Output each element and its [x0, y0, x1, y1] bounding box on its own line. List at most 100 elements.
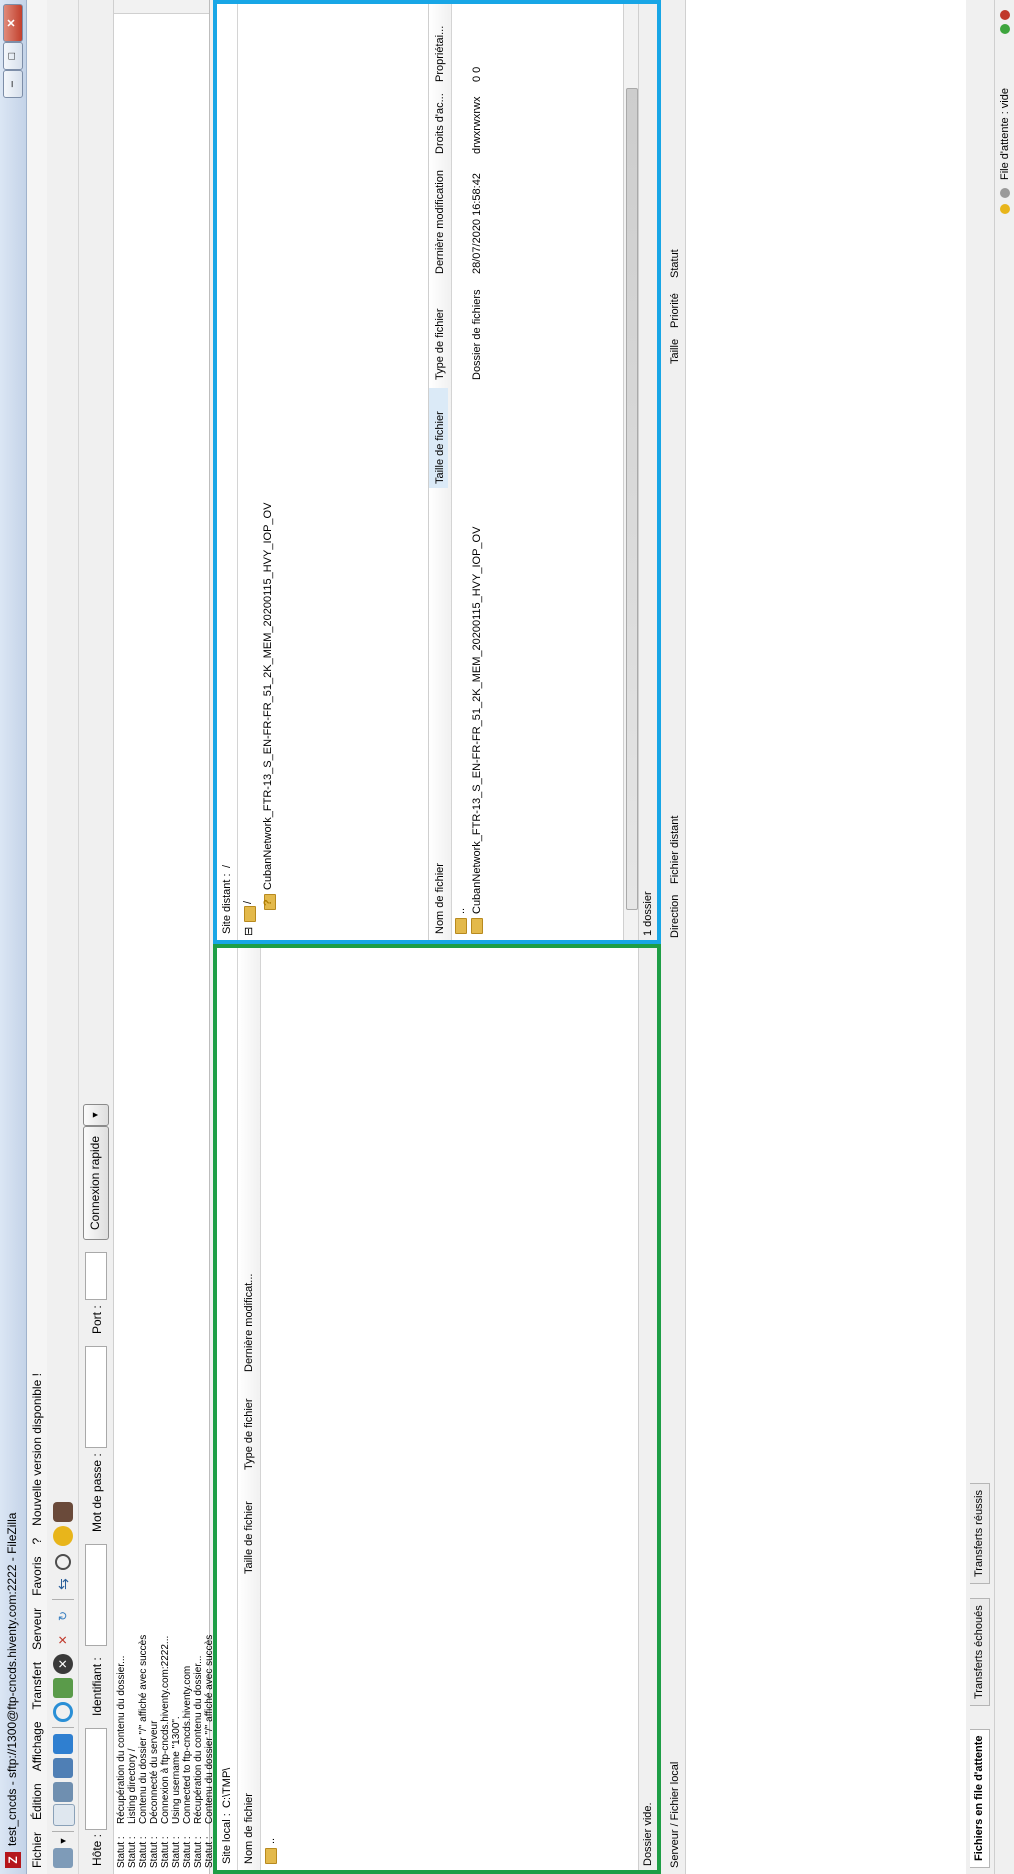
- local-col-type[interactable]: Type de fichier: [243, 1398, 255, 1470]
- remote-col-modified[interactable]: Dernière modification: [434, 170, 446, 274]
- queue-col-status[interactable]: Statut: [669, 249, 681, 278]
- menu-favoris[interactable]: Favoris: [27, 1551, 44, 1602]
- transfer-indicator-green-icon: [1000, 24, 1010, 34]
- maximize-button[interactable]: □: [3, 42, 23, 70]
- tab-queued-files[interactable]: Fichiers en file d'attente: [970, 1728, 990, 1868]
- toolbar-separator: [52, 1727, 74, 1728]
- local-status: Dossier vide.: [638, 948, 657, 1870]
- disconnect-icon[interactable]: ✕: [53, 1630, 73, 1650]
- queue-col-direction[interactable]: Direction: [669, 895, 681, 938]
- filter-search-icon[interactable]: [55, 1554, 71, 1570]
- host-input[interactable]: [85, 1728, 107, 1830]
- question-mark-icon: ?: [262, 899, 274, 906]
- log-line: Statut :Contenu du dossier "/" affiché a…: [138, 1634, 149, 1868]
- log-line: Statut :Connected to ftp-cncds.hiventy.c…: [182, 1665, 193, 1868]
- close-button[interactable]: ✕: [3, 4, 23, 42]
- log-line: Statut :Récupération du contenu du dossi…: [116, 1655, 127, 1868]
- title-bar: Z test_cncds - sftp://1300@ftp-cncds.hiv…: [0, 0, 27, 1874]
- menu-edition[interactable]: Édition: [27, 1777, 44, 1826]
- remote-col-size[interactable]: Taille de fichier: [429, 388, 448, 488]
- remote-col-type[interactable]: Type de fichier: [434, 308, 446, 380]
- sync-browsing-icon[interactable]: [53, 1526, 73, 1546]
- user-label: Identifiant :: [90, 1657, 104, 1716]
- log-line: Statut :Déconnecté du serveur: [149, 1720, 160, 1868]
- port-input[interactable]: [85, 1252, 107, 1300]
- tree-node-folder[interactable]: CubanNetwork_FTR-13_S_EN-FR-FR_51_2K_MEM…: [262, 503, 274, 890]
- quickconnect-dropdown[interactable]: ▼: [83, 1104, 109, 1126]
- cancel-operation-icon[interactable]: ✕: [53, 1654, 73, 1674]
- local-col-name[interactable]: Nom de fichier: [243, 1793, 255, 1864]
- password-label: Mot de passe :: [90, 1453, 104, 1532]
- file-name: ..: [455, 907, 467, 914]
- file-permissions: drwxrwxrwx: [471, 96, 483, 154]
- menu-fichier[interactable]: Fichier: [27, 1826, 44, 1874]
- queue-col-priority[interactable]: Priorité: [669, 293, 681, 328]
- toggle-local-tree-icon[interactable]: [53, 1782, 73, 1802]
- menu-help[interactable]: ?: [27, 1532, 44, 1551]
- local-file-row[interactable]: ..: [263, 948, 279, 1870]
- queue-col-remote[interactable]: Fichier distant: [669, 816, 681, 884]
- site-manager-dropdown-icon[interactable]: ▼: [53, 1836, 73, 1846]
- menu-affichage[interactable]: Affichage: [27, 1715, 44, 1777]
- directory-comparison-icon[interactable]: ⇆: [53, 1574, 73, 1594]
- local-col-modified[interactable]: Dernière modificat...: [243, 1274, 255, 1372]
- local-status-text: Dossier vide.: [642, 1802, 654, 1866]
- scrollbar-thumb[interactable]: [626, 88, 638, 910]
- local-col-size[interactable]: Taille de fichier: [243, 1501, 255, 1574]
- password-input[interactable]: [85, 1346, 107, 1448]
- find-files-binoculars-icon[interactable]: [53, 1502, 73, 1522]
- queue-column-header: Serveur / Fichier local Direction Fichie…: [665, 0, 686, 1874]
- remote-col-permissions[interactable]: Droits d'ac...: [434, 93, 446, 154]
- toolbar-separator: [52, 1599, 74, 1600]
- toggle-remote-tree-icon[interactable]: [53, 1758, 73, 1778]
- queue-list[interactable]: [686, 0, 966, 1874]
- filezilla-logo-icon: Z: [5, 1852, 21, 1868]
- menu-serveur[interactable]: Serveur: [27, 1602, 44, 1656]
- file-name: ..: [265, 1837, 277, 1844]
- local-site-label: Site local :: [221, 1813, 233, 1864]
- lock-status-icon: [1000, 204, 1010, 214]
- menu-transfert[interactable]: Transfert: [27, 1656, 44, 1716]
- tab-successful-transfers[interactable]: Transferts réussis: [970, 1482, 990, 1584]
- process-queue-icon[interactable]: [53, 1678, 73, 1698]
- remote-col-name[interactable]: Nom de fichier: [434, 863, 446, 934]
- local-path-input[interactable]: C:\TMP\: [221, 1768, 233, 1808]
- queue-col-local[interactable]: Serveur / Fichier local: [669, 1762, 681, 1868]
- tab-failed-transfers[interactable]: Transferts échoués: [970, 1598, 990, 1706]
- port-label: Port :: [90, 1305, 104, 1334]
- refresh-icon[interactable]: [53, 1702, 73, 1722]
- toolbar-separator: [52, 1831, 74, 1832]
- file-type: Dossier de fichiers: [471, 289, 483, 380]
- message-log: Statut :Récupération du contenu du dossi…: [114, 0, 215, 1874]
- folder-icon: [244, 906, 256, 922]
- tree-node-root[interactable]: /: [242, 901, 254, 904]
- menu-new-version[interactable]: Nouvelle version disponible !: [27, 1367, 44, 1532]
- folder-icon: [455, 918, 467, 934]
- tree-expander-icon[interactable]: ⊟: [242, 927, 255, 936]
- log-line: Statut :Using username "1300".: [171, 1716, 182, 1868]
- remote-site-label: Site distant :: [221, 873, 233, 934]
- minimize-button[interactable]: –: [3, 70, 23, 98]
- toolbar: ▼ ✕ ✕ ↻ ⇆: [48, 0, 79, 1874]
- local-site-row: Site local : C:\TMP\: [217, 948, 238, 1870]
- quickconnect-button[interactable]: Connexion rapide: [83, 1126, 109, 1240]
- log-line: Statut :Listing directory /: [127, 1748, 138, 1868]
- user-input[interactable]: [85, 1544, 107, 1646]
- queue-status-text: File d'attente : vide: [999, 88, 1011, 180]
- queue-tabs: Fichiers en file d'attente Transferts éc…: [968, 0, 992, 1874]
- remote-col-owner[interactable]: Propriétai...: [434, 26, 446, 82]
- remote-file-row[interactable]: ..: [453, 4, 469, 940]
- remote-path-input[interactable]: /: [221, 865, 233, 868]
- toggle-log-icon[interactable]: [53, 1804, 75, 1826]
- remote-column-header: Nom de fichier Taille de fichier Type de…: [429, 4, 452, 940]
- folder-icon: [265, 1848, 277, 1864]
- reconnect-icon[interactable]: ↻: [53, 1606, 73, 1626]
- file-name: CubanNetwork_FTR-13_S_EN-FR-FR_51_2K_MEM…: [471, 526, 483, 914]
- remote-site-row: Site distant : /: [217, 4, 238, 940]
- queue-col-size[interactable]: Taille: [669, 339, 681, 364]
- settings-status-icon: [1000, 188, 1010, 198]
- toggle-queue-icon[interactable]: [53, 1734, 73, 1754]
- site-manager-icon[interactable]: [53, 1848, 73, 1868]
- log-scrollbar[interactable]: [114, 0, 209, 14]
- remote-file-row[interactable]: CubanNetwork_FTR-13_S_EN-FR-FR_51_2K_MEM…: [469, 4, 485, 940]
